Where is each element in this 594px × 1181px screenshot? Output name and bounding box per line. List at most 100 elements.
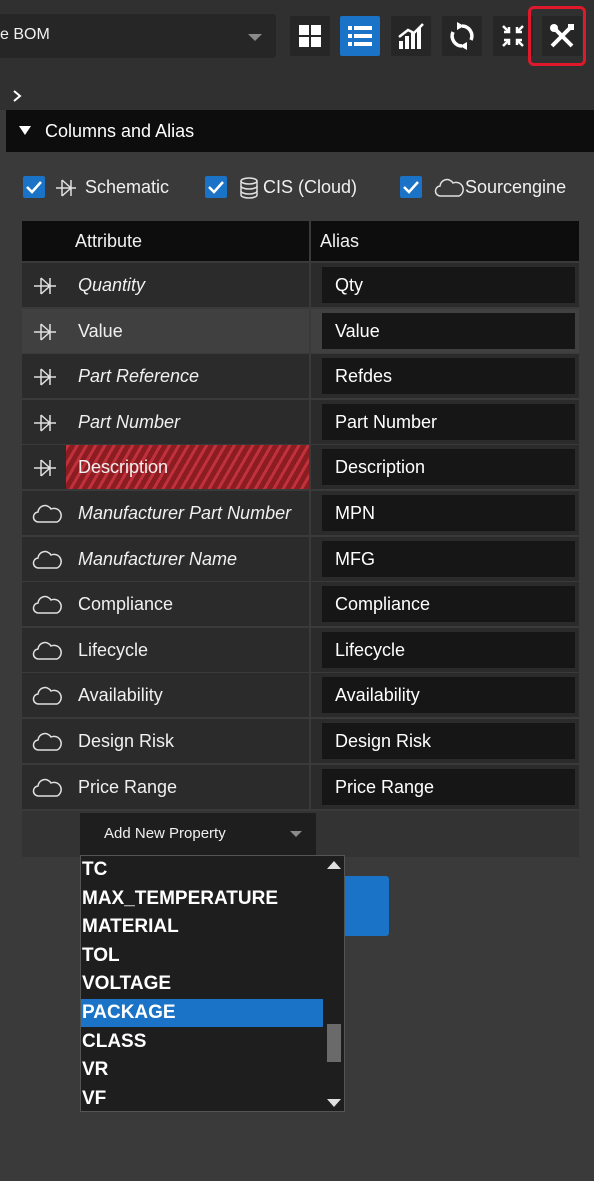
table-row[interactable]: Design Risk Design Risk bbox=[22, 719, 579, 763]
attribute-cell[interactable]: Manufacturer Name bbox=[22, 536, 309, 581]
dropdown-option[interactable]: MATERIAL bbox=[81, 913, 323, 941]
alias-input[interactable]: Price Range bbox=[322, 768, 575, 805]
table-header: Attribute Alias bbox=[22, 221, 579, 261]
attribute-name: Value bbox=[78, 320, 123, 341]
alias-cell: Value bbox=[311, 308, 579, 353]
table-row[interactable]: Price Range Price Range bbox=[22, 764, 579, 809]
checkmark-icon bbox=[26, 181, 42, 194]
dropdown-option[interactable]: VR bbox=[81, 1056, 323, 1084]
table-row[interactable]: Part Number Part Number bbox=[22, 399, 579, 444]
table-row[interactable]: Value Value bbox=[22, 308, 579, 353]
sourcengine-checkbox[interactable] bbox=[400, 176, 422, 198]
attribute-cell[interactable]: Availability bbox=[22, 673, 309, 718]
expand-toggle[interactable] bbox=[0, 80, 594, 110]
list-view-button[interactable] bbox=[340, 16, 380, 56]
alias-input[interactable]: Availability bbox=[322, 677, 575, 714]
table-row[interactable]: Lifecycle Lifecycle bbox=[22, 627, 579, 672]
attribute-cell[interactable]: Part Number bbox=[22, 399, 309, 444]
chevron-down-icon bbox=[248, 34, 262, 41]
alias-value: Availability bbox=[335, 685, 420, 706]
attribute-cell[interactable]: Part Reference bbox=[22, 354, 309, 399]
dropdown-option[interactable]: VOLTAGE bbox=[81, 970, 323, 998]
alias-input[interactable]: Value bbox=[322, 312, 575, 349]
column-divider[interactable] bbox=[309, 221, 311, 261]
attribute-cell[interactable]: Design Risk bbox=[22, 719, 309, 763]
alias-input[interactable]: Qty bbox=[322, 267, 575, 303]
table-row[interactable]: Part Reference Refdes bbox=[22, 354, 579, 399]
dropdown-option[interactable]: TC bbox=[81, 856, 323, 884]
property-options-list[interactable]: TC MAX_TEMPERATURE MATERIAL TOL VOLTAGE PACKA… bbox=[80, 855, 345, 1112]
list-view-icon bbox=[348, 26, 372, 46]
alias-input[interactable]: MFG bbox=[322, 540, 575, 577]
checkmark-icon bbox=[208, 181, 224, 194]
attribute-cell[interactable]: Value bbox=[22, 308, 309, 353]
collapse-button[interactable] bbox=[493, 16, 533, 56]
attribute-name: Design Risk bbox=[78, 731, 175, 751]
alias-input[interactable]: Lifecycle bbox=[322, 631, 575, 668]
filter-cis[interactable]: CIS (Cloud) bbox=[205, 176, 375, 200]
alias-cell: MPN bbox=[311, 491, 579, 535]
attribute-cell[interactable]: Description bbox=[22, 445, 309, 490]
dropdown-option[interactable]: CLASS bbox=[81, 1028, 323, 1056]
filter-schematic[interactable]: Schematic bbox=[23, 176, 183, 200]
grid-view-button[interactable] bbox=[290, 16, 330, 56]
attribute-cell[interactable]: Manufacturer Part Number bbox=[22, 491, 309, 535]
schematic-icon bbox=[32, 321, 58, 348]
alias-input[interactable]: Refdes bbox=[322, 358, 575, 395]
table-row[interactable]: Manufacturer Name MFG bbox=[22, 536, 579, 581]
attribute-cell[interactable]: Compliance bbox=[22, 582, 309, 627]
chart-icon bbox=[398, 23, 424, 49]
alias-value: Description bbox=[335, 457, 426, 478]
dropdown-option[interactable]: PACKAGE bbox=[81, 999, 323, 1027]
attribute-column-header[interactable]: Attribute bbox=[75, 231, 142, 252]
add-new-property-dropdown[interactable]: Add New Property bbox=[80, 813, 316, 855]
alias-input[interactable]: Compliance bbox=[322, 586, 575, 623]
table-row[interactable]: Manufacturer Part Number MPN bbox=[22, 491, 579, 535]
filter-label: Sourcengine bbox=[465, 177, 567, 197]
scroll-thumb[interactable] bbox=[327, 1024, 341, 1062]
table-row[interactable]: Compliance Compliance bbox=[22, 582, 579, 627]
alias-input[interactable]: Design Risk bbox=[322, 723, 575, 759]
dropdown-option-label: MATERIAL bbox=[82, 916, 179, 938]
attribute-name: Quantity bbox=[78, 275, 146, 295]
attribute-cell[interactable]: Lifecycle bbox=[22, 627, 309, 672]
cis-checkbox[interactable] bbox=[205, 176, 227, 198]
alias-column-header[interactable]: Alias bbox=[320, 231, 359, 252]
alias-input[interactable]: Part Number bbox=[322, 403, 575, 440]
scroll-up-arrow-icon[interactable] bbox=[327, 861, 341, 869]
alias-value: Part Number bbox=[335, 411, 438, 432]
dropdown-scrollbar[interactable] bbox=[324, 856, 344, 1111]
refresh-button[interactable] bbox=[442, 16, 482, 56]
section-header[interactable]: Columns and Alias bbox=[6, 110, 594, 152]
add-new-property-label: Add New Property bbox=[104, 825, 226, 842]
table-row[interactable]: Availability Availability bbox=[22, 673, 579, 718]
dropdown-option[interactable]: VF bbox=[81, 1085, 323, 1113]
alias-input[interactable]: MPN bbox=[322, 495, 575, 531]
schematic-icon bbox=[32, 412, 58, 439]
alias-cell: MFG bbox=[311, 536, 579, 581]
cloud-icon bbox=[32, 503, 62, 530]
cloud-icon bbox=[434, 178, 464, 197]
alias-input[interactable]: Description bbox=[322, 449, 575, 486]
schematic-checkbox[interactable] bbox=[23, 176, 45, 198]
dropdown-option[interactable]: MAX_TEMPERATURE bbox=[81, 885, 323, 913]
scroll-down-arrow-icon[interactable] bbox=[327, 1099, 341, 1107]
alias-cell: Price Range bbox=[311, 764, 579, 809]
table-row[interactable]: Description Description bbox=[22, 445, 579, 490]
alias-value: Design Risk bbox=[335, 731, 432, 751]
dropdown-option-label: TC bbox=[82, 859, 108, 880]
filter-label: CIS (Cloud) bbox=[263, 177, 358, 197]
chart-button[interactable] bbox=[391, 16, 431, 56]
attribute-name: Availability bbox=[78, 685, 163, 706]
attribute-cell[interactable]: Price Range bbox=[22, 764, 309, 809]
alias-cell: Part Number bbox=[311, 399, 579, 444]
bom-selector[interactable]: e BOM bbox=[0, 14, 276, 58]
filter-sourcengine[interactable]: Sourcengine bbox=[400, 176, 580, 200]
dropdown-option[interactable]: TOL bbox=[81, 942, 323, 970]
schematic-icon bbox=[32, 457, 58, 484]
attribute-cell[interactable]: Quantity bbox=[22, 263, 309, 307]
cloud-icon bbox=[32, 685, 62, 712]
alias-value: Price Range bbox=[335, 776, 435, 797]
section-title: Columns and Alias bbox=[45, 121, 195, 141]
table-row[interactable]: Quantity Qty bbox=[22, 263, 579, 307]
